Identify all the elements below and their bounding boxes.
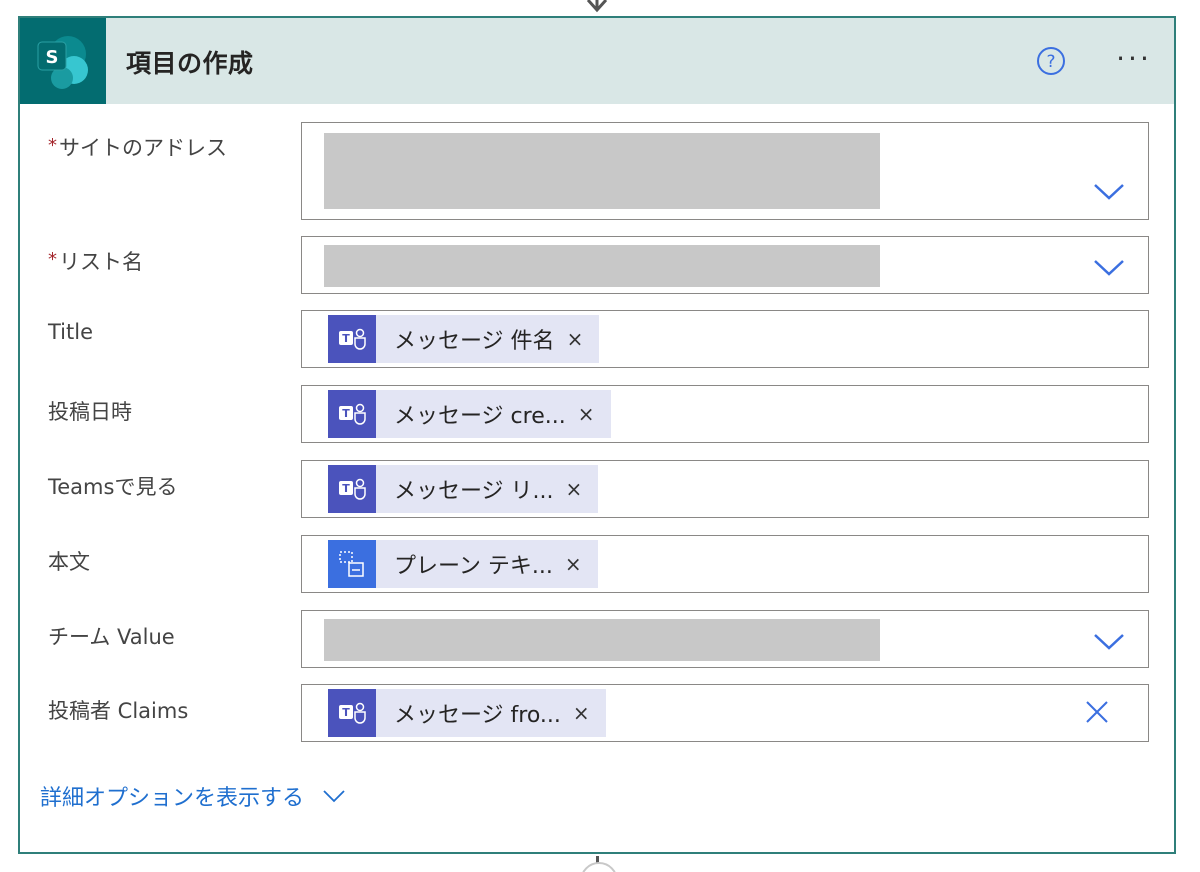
body-field[interactable]: プレーン テキ... ×	[301, 535, 1149, 593]
teams-link-label: Teamsで見る	[48, 475, 178, 499]
flow-canvas: S 項目の作成 ? ··· *サイトのアドレス *リスト名 Title T メッ…	[0, 0, 1200, 872]
arrow-down-icon	[586, 0, 608, 13]
posted-at-field[interactable]: T メッセージ cre... ×	[301, 385, 1149, 443]
remove-token-icon[interactable]: ×	[567, 327, 584, 351]
token-label: プレーン テキ...	[394, 554, 553, 579]
teams-icon: T	[328, 315, 376, 363]
svg-text:S: S	[46, 47, 59, 68]
dynamic-content-token[interactable]: T メッセージ cre... ×	[328, 390, 611, 438]
data-operation-icon	[328, 540, 376, 588]
card-header[interactable]: S 項目の作成 ? ···	[20, 18, 1174, 104]
posted-at-label: 投稿日時	[48, 400, 132, 424]
redacted-value	[324, 133, 880, 209]
chevron-down-icon[interactable]	[1092, 631, 1126, 651]
chevron-down-icon	[323, 790, 345, 803]
teams-icon: T	[328, 390, 376, 438]
remove-token-icon[interactable]: ×	[566, 477, 583, 501]
body-label: 本文	[48, 550, 90, 574]
teams-icon: T	[328, 689, 376, 737]
required-mark: *	[48, 135, 57, 156]
required-mark: *	[48, 249, 57, 270]
remove-token-icon[interactable]: ×	[573, 701, 590, 725]
teams-icon: T	[328, 465, 376, 513]
svg-text:T: T	[342, 706, 350, 719]
dynamic-content-token[interactable]: T メッセージ fro... ×	[328, 689, 606, 737]
dynamic-content-token[interactable]: T メッセージ 件名 ×	[328, 315, 600, 363]
list-name-label-text: リスト名	[59, 250, 143, 274]
list-name-label: *リスト名	[48, 246, 143, 276]
token-label: メッセージ cre...	[394, 404, 566, 429]
poster-claims-field[interactable]: T メッセージ fro... ×	[301, 684, 1149, 742]
chevron-down-icon[interactable]	[1092, 257, 1126, 277]
chevron-down-icon[interactable]	[1092, 181, 1126, 201]
help-icon[interactable]: ?	[1036, 46, 1066, 76]
list-name-field[interactable]	[301, 236, 1149, 294]
more-options-icon[interactable]: ···	[1110, 44, 1158, 74]
team-value-field[interactable]	[301, 610, 1149, 668]
site-address-field[interactable]	[301, 122, 1149, 220]
svg-text:T: T	[342, 407, 350, 420]
sharepoint-icon: S	[20, 18, 106, 104]
svg-text:T: T	[342, 482, 350, 495]
title-label: Title	[48, 320, 94, 344]
add-step-connector[interactable]	[580, 862, 618, 872]
redacted-value	[324, 619, 880, 661]
poster-claims-label: 投稿者 Claims	[48, 699, 189, 723]
dynamic-content-token[interactable]: T メッセージ リ... ×	[328, 465, 599, 513]
dynamic-content-token[interactable]: プレーン テキ... ×	[328, 540, 598, 588]
svg-text:T: T	[342, 332, 350, 345]
token-label: メッセージ リ...	[394, 479, 554, 504]
token-label: メッセージ 件名	[394, 329, 555, 354]
redacted-value	[324, 245, 880, 287]
card-title: 項目の作成	[126, 49, 254, 78]
remove-token-icon[interactable]: ×	[578, 402, 595, 426]
site-address-label: *サイトのアドレス	[48, 132, 227, 162]
remove-token-icon[interactable]: ×	[565, 552, 582, 576]
token-label: メッセージ fro...	[394, 703, 561, 728]
show-advanced-options-link[interactable]: 詳細オプションを表示する	[40, 780, 346, 812]
clear-field-icon[interactable]	[1084, 699, 1110, 725]
title-field[interactable]: T メッセージ 件名 ×	[301, 310, 1149, 368]
teams-link-field[interactable]: T メッセージ リ... ×	[301, 460, 1149, 518]
site-address-label-text: サイトのアドレス	[59, 136, 227, 160]
advanced-options-label: 詳細オプションを表示する	[40, 786, 305, 811]
svg-text:?: ?	[1046, 52, 1055, 72]
team-value-label: チーム Value	[48, 625, 175, 649]
create-item-action-card: S 項目の作成 ? ··· *サイトのアドレス *リスト名 Title T メッ…	[18, 16, 1176, 854]
